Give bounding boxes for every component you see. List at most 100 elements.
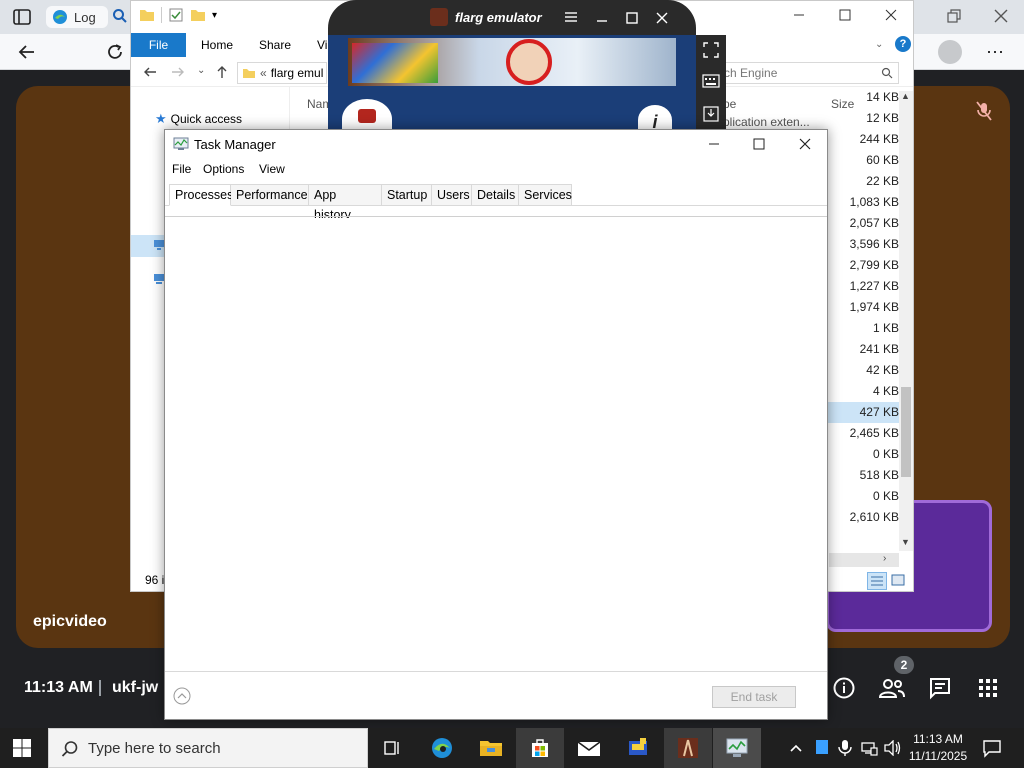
up-icon[interactable] [215,65,229,79]
size-cell[interactable]: 1,083 KB [827,192,901,213]
size-cell[interactable]: 3,596 KB [827,234,901,255]
browser-tab[interactable]: Log [46,6,108,28]
details-view-icon[interactable] [867,572,887,590]
task-view-icon[interactable] [368,728,416,768]
close-icon[interactable] [799,138,811,150]
edge-icon[interactable] [418,728,466,768]
scroll-right-icon[interactable]: › [883,553,886,564]
size-cell[interactable]: 22 KB [827,171,901,192]
task-manager-taskbar-icon[interactable] [713,728,761,768]
size-cell[interactable]: 2,057 KB [827,213,901,234]
help-icon[interactable]: ? [895,36,911,52]
maximize-icon[interactable] [839,9,851,21]
tab-performance[interactable]: Performance [231,184,309,206]
recent-locations-icon[interactable]: ⌄ [197,65,205,76]
file-explorer-icon[interactable] [467,728,515,768]
size-cell[interactable]: 1 KB [827,318,901,339]
menu-icon[interactable] [564,11,578,23]
properties-icon[interactable] [168,7,184,23]
sidebar-icon[interactable] [12,7,32,27]
microphone-icon[interactable] [838,739,852,757]
refresh-icon[interactable] [100,37,130,67]
emulator-taskbar-icon[interactable] [664,728,712,768]
ribbon-tab-share[interactable]: Share [259,33,291,57]
tab-services[interactable]: Services [519,184,572,206]
search-icon[interactable] [112,8,128,24]
close-icon[interactable] [885,9,897,21]
size-cell[interactable]: 0 KB [827,486,901,507]
end-task-button[interactable]: End task [712,686,796,708]
size-cell[interactable]: 0 KB [827,444,901,465]
chat-icon[interactable] [928,676,952,700]
large-icons-view-icon[interactable] [891,574,905,586]
taskbar-search-box[interactable]: Type here to search [48,728,368,768]
tab-startup[interactable]: Startup [382,184,432,206]
taskbar-clock[interactable]: 11:13 AM 11/11/2025 [900,731,976,765]
minimize-icon[interactable] [793,9,805,21]
search-input[interactable]: rch Engine [715,62,899,84]
fullscreen-icon[interactable] [702,41,720,59]
menu-options[interactable]: Options [203,162,244,176]
size-cell[interactable]: 1,974 KB [827,297,901,318]
store-icon[interactable] [516,728,564,768]
forward-icon[interactable] [171,65,185,79]
people-icon[interactable] [878,676,906,700]
vertical-scrollbar[interactable]: ▲ ▼ [899,91,913,551]
show-hidden-icons-icon[interactable] [788,740,804,756]
size-cell[interactable]: 12 KB [827,108,901,129]
info-icon[interactable] [832,676,856,700]
more-icon[interactable]: ⋯ [980,37,1010,67]
size-cell[interactable]: 2,799 KB [827,255,901,276]
size-cell[interactable]: 4 KB [827,381,901,402]
ribbon-tab-view[interactable]: Vi [317,33,327,57]
expand-ribbon-icon[interactable]: ⌄ [875,39,883,50]
scroll-down-icon[interactable]: ▼ [901,537,910,547]
network-icon[interactable] [860,740,878,756]
apps-icon[interactable] [976,676,1000,700]
menu-file[interactable]: File [172,162,191,176]
back-icon[interactable] [143,65,157,79]
ribbon-tab-home[interactable]: Home [201,33,233,57]
tray-app-icon[interactable] [816,740,828,754]
tab-users[interactable]: Users [432,184,472,206]
start-icon[interactable] [12,738,32,758]
nav-item-quick-access[interactable]: ★ Quick access [155,111,242,127]
size-cell[interactable]: 2,465 KB [827,423,901,444]
notifications-icon[interactable] [982,738,1002,758]
size-cell[interactable]: 518 KB [827,465,901,486]
size-cell[interactable]: 1,227 KB [827,276,901,297]
emulator-screen[interactable]: i [328,35,696,139]
maximize-icon[interactable] [753,138,765,150]
minimize-icon[interactable] [708,138,720,150]
tab-app-history[interactable]: App history [309,184,382,222]
customize-icon[interactable]: ▾ [212,10,217,21]
horizontal-scrollbar[interactable] [829,553,899,567]
size-cell[interactable]: 14 KB [827,87,901,108]
new-folder-icon[interactable] [190,7,206,23]
size-cell[interactable]: 2,610 KB [827,507,901,528]
avatar[interactable] [938,40,962,64]
close-icon[interactable] [993,8,1009,24]
generic-app-icon[interactable] [614,728,662,768]
tab-processes[interactable]: Processes [169,184,233,206]
scrollbar-thumb[interactable] [901,387,911,477]
address-field[interactable]: « flarg emul [237,62,327,84]
size-cell[interactable]: 244 KB [827,129,901,150]
ribbon-tab-file[interactable]: File [131,33,186,57]
mail-icon[interactable] [565,728,613,768]
fewer-details-icon[interactable] [173,687,191,705]
size-cell[interactable]: 427 KB [827,402,901,423]
size-cell[interactable]: 241 KB [827,339,901,360]
install-apk-icon[interactable] [702,105,720,123]
minimize-icon[interactable] [596,12,608,24]
close-icon[interactable] [656,12,668,24]
keyboard-icon[interactable] [702,73,720,89]
processes-list[interactable] [165,218,827,670]
maximize-icon[interactable] [626,12,638,24]
restore-icon[interactable] [946,8,962,24]
scroll-up-icon[interactable]: ▲ [901,91,910,101]
size-cell[interactable]: 42 KB [827,360,901,381]
back-icon[interactable] [12,37,42,67]
size-cell[interactable]: 60 KB [827,150,901,171]
tab-details[interactable]: Details [472,184,519,206]
